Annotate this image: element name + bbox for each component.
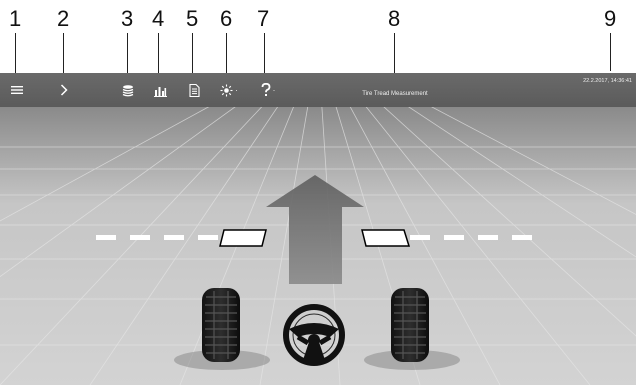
brightness-icon — [220, 84, 233, 96]
callout-line-6 — [226, 33, 227, 73]
callout-1: 1 — [9, 6, 22, 31]
dropdown-dot-icon: · — [272, 85, 276, 95]
target-box-right[interactable] — [361, 229, 411, 247]
left-tire — [202, 288, 240, 362]
callout-7: 7 — [257, 6, 270, 31]
report-button[interactable] — [184, 73, 204, 107]
callout-line-8 — [394, 33, 395, 73]
callout-6: 6 — [220, 6, 233, 31]
bar-chart-icon — [153, 86, 167, 97]
menu-button[interactable] — [6, 73, 28, 107]
callout-line-7 — [264, 33, 265, 73]
callout-3: 3 — [121, 6, 134, 31]
callout-line-4 — [158, 33, 159, 73]
help-button[interactable]: · — [255, 73, 281, 107]
callout-line-2 — [63, 33, 64, 73]
right-tire — [391, 288, 429, 362]
date-time: 22.2.2017, 14:36:41 — [583, 78, 632, 84]
callout-2: 2 — [57, 6, 70, 31]
callout-9: 9 — [604, 6, 617, 31]
document-icon — [188, 83, 200, 97]
next-button[interactable] — [54, 73, 74, 107]
callout-layer: 1 2 3 4 5 6 7 8 9 — [0, 0, 636, 74]
callout-line-1 — [15, 33, 16, 73]
help-icon — [261, 83, 270, 96]
statistics-button[interactable] — [150, 73, 170, 107]
layers-button[interactable] — [118, 73, 138, 107]
menu-icon — [11, 86, 23, 94]
callout-line-3 — [127, 33, 128, 73]
measurement-scene — [0, 107, 636, 385]
callout-5: 5 — [186, 6, 199, 31]
callout-line-5 — [192, 33, 193, 73]
toolbar: · · Tire Tread Measurement 22.2.2017, 14… — [0, 73, 636, 107]
layers-icon — [122, 84, 134, 96]
dropdown-dot-icon: · — [235, 85, 238, 95]
callout-4: 4 — [152, 6, 165, 31]
target-box-left[interactable] — [219, 229, 267, 247]
callout-line-9 — [610, 33, 611, 71]
screen-title: Tire Tread Measurement — [362, 91, 428, 97]
callout-8: 8 — [388, 6, 401, 31]
floor-grid — [0, 107, 636, 385]
brightness-button[interactable]: · — [216, 73, 242, 107]
chevron-right-icon — [60, 84, 68, 96]
